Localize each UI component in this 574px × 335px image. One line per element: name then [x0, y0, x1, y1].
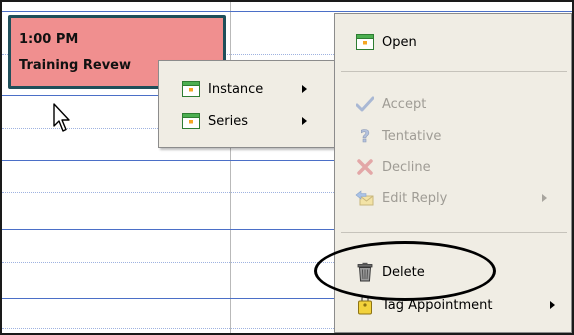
menu-item-label: Accept: [382, 96, 427, 112]
submenu-item-label: Instance: [208, 81, 264, 97]
menu-item-delete[interactable]: Delete: [355, 260, 565, 284]
submenu-item-label: Series: [208, 113, 248, 129]
edit-reply-icon: [355, 188, 375, 208]
appointment-context-menu: Open Accept ? Tentative Decline Edit Rep…: [334, 13, 572, 333]
time-slot-line: [2, 11, 572, 12]
x-icon: [355, 157, 375, 177]
svg-text:?: ?: [360, 127, 370, 145]
menu-item-label: Delete: [382, 264, 425, 280]
tag-icon: [355, 295, 375, 315]
submenu-arrow-icon: [542, 194, 547, 202]
menu-item-tag-appointment[interactable]: Tag Appointment: [355, 293, 565, 317]
appointment-title: Training Revew: [19, 58, 132, 73]
screenshot-frame: 1:00 PM Training Revew Instance Series O…: [0, 0, 574, 335]
menu-item-label: Open: [382, 34, 417, 50]
menu-item-label: Tag Appointment: [382, 297, 493, 313]
calendar-icon: [181, 79, 201, 99]
menu-item-label: Edit Reply: [382, 190, 448, 206]
submenu-item-series[interactable]: Series: [181, 109, 331, 133]
submenu-arrow-icon: [302, 85, 307, 93]
calendar-icon: [181, 111, 201, 131]
trash-icon: [355, 262, 375, 282]
menu-item-decline[interactable]: Decline: [355, 155, 565, 179]
menu-item-accept[interactable]: Accept: [355, 92, 565, 116]
menu-item-label: Tentative: [382, 128, 442, 144]
calendar-icon: [355, 32, 375, 52]
mouse-pointer-icon: [53, 103, 70, 132]
menu-item-open[interactable]: Open: [355, 30, 565, 54]
menu-separator: [341, 71, 567, 72]
checkmark-icon: [355, 94, 375, 114]
submenu-item-instance[interactable]: Instance: [181, 77, 331, 101]
menu-separator: [341, 232, 567, 233]
question-icon: ?: [355, 126, 375, 146]
open-submenu: Instance Series: [158, 60, 344, 148]
appointment-time: 1:00 PM: [19, 32, 79, 47]
submenu-arrow-icon: [550, 301, 555, 309]
day-column-separator: [230, 2, 231, 333]
menu-item-label: Decline: [382, 159, 431, 175]
menu-item-edit-reply[interactable]: Edit Reply: [355, 186, 565, 210]
menu-item-tentative[interactable]: ? Tentative: [355, 124, 565, 148]
submenu-arrow-icon: [302, 117, 307, 125]
